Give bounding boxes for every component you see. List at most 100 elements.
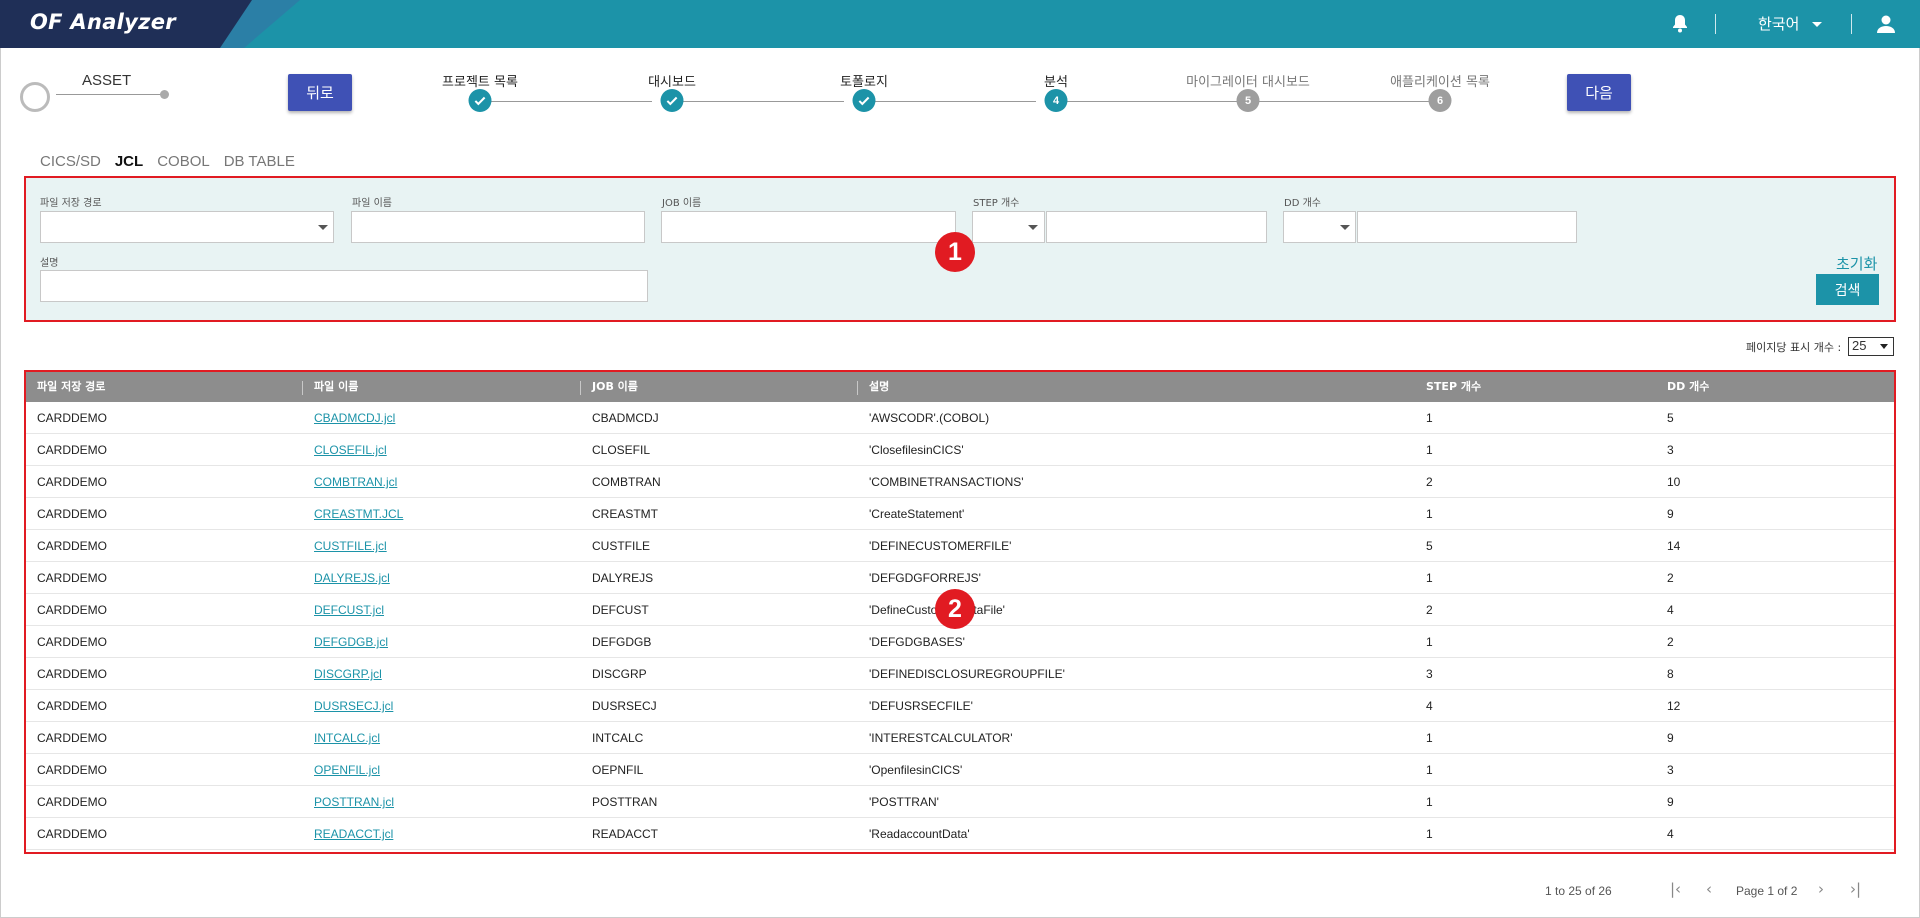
table-cell: CUSTFILE — [592, 539, 651, 553]
app-logo[interactable]: OF Analyzer — [30, 10, 176, 34]
file-link[interactable]: CUSTFILE.jcl — [314, 530, 387, 562]
desc-input[interactable] — [40, 270, 648, 302]
table-row[interactable]: CARDDEMO READACCT.jcl READACCT 'Readaccount… — [26, 818, 1894, 850]
chevron-down-icon[interactable] — [1028, 225, 1038, 230]
table-cell: 4 — [1667, 827, 1674, 841]
table-cell: 1 — [1426, 411, 1433, 425]
tab-cobol[interactable]: COBOL — [157, 153, 210, 170]
table-cell: DUSRSECJ — [592, 699, 657, 713]
language-selector[interactable]: 한국어 — [1758, 13, 1799, 34]
file-link[interactable]: DEFCUST.jcl — [314, 594, 384, 626]
file-link[interactable]: READACCT.jcl — [314, 818, 393, 850]
table-cell: 5 — [1426, 539, 1433, 553]
step-number[interactable]: 5 — [1236, 89, 1260, 112]
top-bar: OF Analyzer 한국어 — [0, 0, 1920, 48]
first-page-button[interactable]: |‹ — [1670, 880, 1681, 898]
tab-jcl[interactable]: JCL — [115, 153, 143, 170]
file-link[interactable]: DISCGRP.jcl — [314, 658, 382, 690]
file-link[interactable]: DEFGDGB.jcl — [314, 626, 388, 658]
step-label[interactable]: 토폴로지 — [840, 71, 888, 90]
check-icon[interactable] — [468, 89, 492, 112]
step-number[interactable]: 4 — [1044, 89, 1068, 112]
path-select[interactable] — [40, 211, 334, 243]
check-icon[interactable] — [852, 89, 876, 112]
last-page-button[interactable]: ›| — [1850, 880, 1861, 898]
dd-label: DD 개수 — [1284, 198, 1321, 209]
column-header[interactable]: 설명 — [869, 372, 889, 402]
table-row[interactable]: CARDDEMO DUSRSECJ.jcl DUSRSECJ 'DEFUSRSECFI… — [26, 690, 1894, 722]
chevron-down-icon[interactable] — [1340, 225, 1350, 230]
file-link[interactable]: DUSRSECJ.jcl — [314, 690, 393, 722]
annotation-marker-1: 1 — [935, 232, 975, 272]
column-header[interactable]: 파일 저장 경로 — [37, 372, 105, 402]
table-row[interactable]: CARDDEMO DISCGRP.jcl DISCGRP 'DEFINEDISCLOS… — [26, 658, 1894, 690]
column-header[interactable]: 파일 이름 — [314, 372, 358, 402]
file-link[interactable]: DALYREJS.jcl — [314, 562, 390, 594]
step-label[interactable]: 대시보드 — [648, 71, 696, 90]
table-row[interactable]: CARDDEMO CREASTMT.JCL CREASTMT 'CreateState… — [26, 498, 1894, 530]
table-cell: CARDDEMO — [37, 443, 108, 457]
dd-input[interactable] — [1357, 211, 1577, 243]
job-input[interactable] — [661, 211, 956, 243]
table-cell: CARDDEMO — [37, 827, 108, 841]
user-icon[interactable] — [1874, 12, 1898, 36]
table-cell: COMBTRAN — [592, 475, 661, 489]
next-button[interactable]: 다음 — [1567, 74, 1631, 111]
file-link[interactable]: CLOSEFIL.jcl — [314, 434, 387, 466]
file-link[interactable]: INTCALC.jcl — [314, 722, 380, 754]
back-button[interactable]: 뒤로 — [288, 74, 352, 111]
path-label: 파일 저장 경로 — [40, 198, 102, 209]
pagination-page: Page 1 of 2 — [1736, 884, 1798, 898]
step-label[interactable]: 마이그레이터 대시보드 — [1186, 71, 1310, 90]
search-button[interactable]: 검색 — [1816, 274, 1879, 305]
table-cell: 2 — [1426, 475, 1433, 489]
chevron-down-icon[interactable] — [318, 225, 328, 230]
per-page-label: 페이지당 표시 개수 : — [1746, 341, 1842, 354]
analysis-tabs: CICS/SD JCL COBOL DB TABLE — [40, 153, 309, 170]
table-row[interactable]: CARDDEMO CBADMCDJ.jcl CBADMCDJ 'AWSCODR'.(C… — [26, 402, 1894, 434]
file-link[interactable]: CBADMCDJ.jcl — [314, 402, 395, 434]
prev-page-button[interactable]: ‹ — [1706, 880, 1712, 898]
table-cell: CARDDEMO — [37, 635, 108, 649]
table-row[interactable]: CARDDEMO OPENFIL.jcl OEPNFIL 'OpenfilesinCI… — [26, 754, 1894, 786]
chevron-down-icon[interactable] — [1880, 344, 1888, 349]
file-link[interactable]: CREASTMT.JCL — [314, 498, 403, 530]
check-icon[interactable] — [660, 89, 684, 112]
tab-cics-sd[interactable]: CICS/SD — [40, 153, 101, 170]
column-header[interactable]: JOB 이름 — [592, 372, 638, 402]
file-link[interactable]: POSTTRAN.jcl — [314, 786, 394, 818]
table-row[interactable]: CARDDEMO CUSTFILE.jcl CUSTFILE 'DEFINECUSTO… — [26, 530, 1894, 562]
table-cell: READACCT — [592, 827, 659, 841]
column-header[interactable]: STEP 개수 — [1426, 372, 1481, 402]
tab-db-table[interactable]: DB TABLE — [224, 153, 295, 170]
file-link[interactable]: OPENFIL.jcl — [314, 754, 380, 786]
table-cell: 'DEFINECUSTOMERFILE' — [869, 539, 1012, 553]
table-cell: 'ReadaccountData' — [869, 827, 970, 841]
table-cell: POSTTRAN — [592, 795, 658, 809]
table-cell: DALYREJS — [592, 571, 654, 585]
table-row[interactable]: CARDDEMO COMBTRAN.jcl COMBTRAN 'COMBINETRAN… — [26, 466, 1894, 498]
table-cell: 4 — [1667, 603, 1674, 617]
file-link[interactable]: COMBTRAN.jcl — [314, 466, 397, 498]
table-cell: 10 — [1667, 475, 1681, 489]
table-row[interactable]: CARDDEMO CLOSEFIL.jcl CLOSEFIL 'Closefilesi… — [26, 434, 1894, 466]
table-row[interactable]: CARDDEMO DEFGDGB.jcl DEFGDGB 'DEFGDGBASES' 1… — [26, 626, 1894, 658]
table-cell: 'INTERESTCALCULATOR' — [869, 731, 1013, 745]
column-header[interactable]: DD 개수 — [1667, 372, 1709, 402]
bell-icon[interactable] — [1668, 12, 1692, 36]
step-label[interactable]: 분석 — [1044, 71, 1068, 90]
reset-button[interactable]: 초기화 — [1836, 253, 1877, 274]
table-row[interactable]: CARDDEMO INTCALC.jcl INTCALC 'INTERESTCALCU… — [26, 722, 1894, 754]
step-connector — [672, 101, 844, 102]
step-number[interactable]: 6 — [1428, 89, 1452, 112]
filename-input[interactable] — [351, 211, 645, 243]
chevron-down-icon[interactable] — [1812, 22, 1822, 27]
step-label[interactable]: 애플리케이션 목록 — [1390, 71, 1490, 90]
step-label[interactable]: 프로젝트 목록 — [442, 71, 518, 90]
step-input[interactable] — [1046, 211, 1267, 243]
table-row[interactable]: CARDDEMO POSTTRAN.jcl POSTTRAN 'POSTTRAN' 1 9 — [26, 786, 1894, 818]
table-cell: CARDDEMO — [37, 507, 108, 521]
next-page-button[interactable]: › — [1818, 880, 1824, 898]
table-cell: CARDDEMO — [37, 603, 108, 617]
column-divider — [580, 381, 581, 395]
